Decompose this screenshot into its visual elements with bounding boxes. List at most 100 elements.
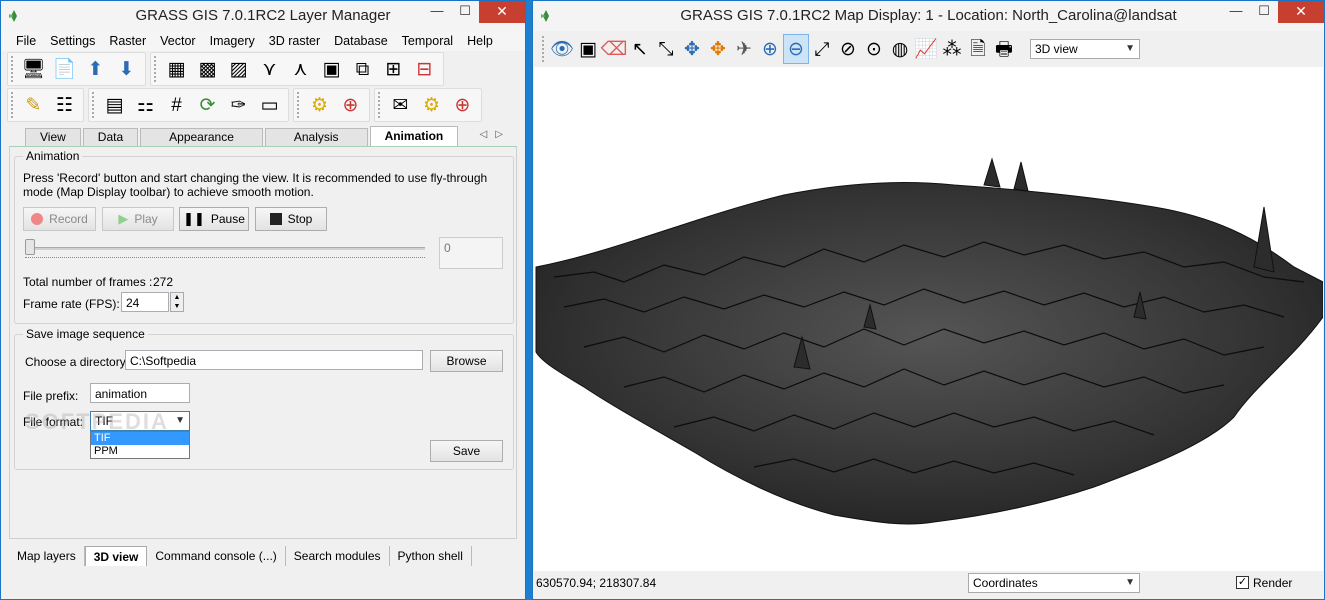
rotate-icon[interactable]: ✥ (705, 34, 731, 64)
settings-gear-2-icon[interactable]: ⚙ (416, 90, 447, 120)
menu-vector[interactable]: Vector (153, 31, 202, 51)
maximize-button[interactable]: ☐ (451, 1, 479, 23)
slider-handle[interactable] (25, 239, 35, 255)
tab-3d-view[interactable]: 3D view (84, 546, 148, 566)
menu-imagery[interactable]: Imagery (203, 31, 262, 51)
add-vector-misc-icon[interactable]: ⋏ (285, 54, 316, 84)
toolbar-grip[interactable] (542, 36, 545, 62)
remove-layer-icon[interactable]: ⊟ (409, 54, 440, 84)
minimize-button[interactable]: — (423, 1, 451, 23)
file-prefix-input[interactable]: animation (90, 383, 190, 403)
directory-input[interactable]: C:\Softpedia (125, 350, 423, 370)
tab-search-modules[interactable]: Search modules (286, 546, 390, 566)
status-mode-select[interactable]: Coordinates ▼ (968, 573, 1140, 593)
decoration-icon[interactable]: ⁂ (939, 34, 965, 64)
save-workspace-icon[interactable]: ⬇ (111, 54, 142, 84)
graphical-modeler-icon[interactable]: ⚏ (130, 90, 161, 120)
play-button[interactable]: ▶ Play (102, 207, 174, 231)
toolbar-grip[interactable] (92, 92, 95, 118)
zoom-back-icon[interactable]: ⊘ (835, 34, 861, 64)
zoom-out-icon[interactable]: ⊖ (783, 34, 809, 64)
menu-3d-raster[interactable]: 3D raster (262, 31, 327, 51)
toolbar-grip[interactable] (154, 56, 157, 82)
view-mode-select[interactable]: 3D view ▼ (1030, 39, 1140, 59)
add-raster-3d-icon[interactable]: ▨ (223, 54, 254, 84)
terrain-3d-surface[interactable] (534, 67, 1323, 571)
add-vector-icon[interactable]: ⋎ (254, 54, 285, 84)
toolbar-grip[interactable] (378, 92, 381, 118)
georectifier-icon[interactable]: # (161, 90, 192, 120)
add-overlay-icon[interactable]: ▣ (316, 54, 347, 84)
toolbar-grip[interactable] (297, 92, 300, 118)
tab-animation[interactable]: Animation (369, 126, 459, 146)
send-icon[interactable]: ✉ (385, 90, 416, 120)
script-icon[interactable]: ✑ (223, 90, 254, 120)
toolbar-grip[interactable] (11, 56, 14, 82)
menu-temporal[interactable]: Temporal (395, 31, 460, 51)
save-button[interactable]: Save (430, 440, 503, 462)
close-button[interactable]: ✕ (479, 1, 525, 23)
frame-rate-spinner[interactable]: ▲ ▼ (170, 292, 184, 312)
menu-raster[interactable]: Raster (102, 31, 153, 51)
spin-up-icon[interactable]: ▲ (171, 293, 183, 302)
toolbar-grip[interactable] (11, 92, 14, 118)
cartographic-composer-icon[interactable]: ▤ (99, 90, 130, 120)
maximize-button[interactable]: ☐ (1250, 1, 1278, 23)
query-icon[interactable]: ⤡ (653, 34, 679, 64)
open-workspace-icon[interactable]: ⬆ (80, 54, 111, 84)
format-option-tif[interactable]: TIF (91, 432, 189, 445)
tab-map-layers[interactable]: Map layers (9, 546, 85, 566)
menu-help[interactable]: Help (460, 31, 500, 51)
browse-button[interactable]: Browse (430, 350, 503, 372)
pan-icon[interactable]: ✥ (679, 34, 705, 64)
new-display-icon[interactable]: 🖥 (18, 54, 49, 84)
render-map-icon[interactable]: ▣ (575, 34, 601, 64)
zoom-extent-icon[interactable]: ⤢ (809, 34, 835, 64)
display-map-icon[interactable]: 👁 (549, 34, 575, 64)
save-display-icon[interactable]: 🗎 (965, 34, 991, 64)
add-group-icon[interactable]: ⧉ (347, 54, 378, 84)
zoom-options-icon[interactable]: ⊙ (861, 34, 887, 64)
pause-button[interactable]: ❚❚ Pause (179, 207, 249, 231)
edit-vector-icon[interactable]: ✎ (18, 90, 49, 120)
help-lifebuoy-2-icon[interactable]: ⊕ (447, 90, 478, 120)
spin-down-icon[interactable]: ▼ (171, 302, 183, 311)
chevron-down-icon[interactable]: ▼ (175, 412, 185, 430)
zoom-in-icon[interactable]: ⊕ (757, 34, 783, 64)
new-workspace-icon[interactable]: 📄 (49, 54, 80, 84)
animation-tool-icon[interactable]: ⟳ (192, 90, 223, 120)
attribute-table-icon[interactable]: ☷ (49, 90, 80, 120)
tab-python-shell[interactable]: Python shell (390, 546, 472, 566)
layer-manager-titlebar[interactable]: GRASS GIS 7.0.1RC2 Layer Manager — ☐ ✕ (1, 1, 525, 31)
chevron-down-icon[interactable]: ▼ (1125, 574, 1135, 592)
add-raster-icon[interactable]: ▦ (161, 54, 192, 84)
frame-rate-input[interactable]: 24 (121, 292, 169, 312)
render-checkbox[interactable]: ✓ (1236, 576, 1249, 589)
frame-slider[interactable] (25, 237, 425, 261)
tab-appearance[interactable]: Appearance (140, 128, 263, 146)
menu-file[interactable]: File (9, 31, 43, 51)
close-button[interactable]: ✕ (1278, 1, 1324, 23)
import-layer-icon[interactable]: ⊞ (378, 54, 409, 84)
map-display-titlebar[interactable]: GRASS GIS 7.0.1RC2 Map Display: 1 - Loca… (533, 1, 1324, 31)
menu-settings[interactable]: Settings (43, 31, 102, 51)
erase-display-icon[interactable]: ⌫ (601, 34, 628, 64)
settings-gear-icon[interactable]: ⚙ (304, 90, 335, 120)
map-canvas[interactable] (534, 67, 1323, 571)
tab-command-console[interactable]: Command console (...) (147, 546, 286, 566)
minimize-button[interactable]: — (1222, 1, 1250, 23)
tab-view[interactable]: View (25, 128, 81, 146)
chevron-down-icon[interactable]: ▼ (1125, 40, 1135, 58)
analyze-icon[interactable]: 📈 (913, 34, 939, 64)
format-option-ppm[interactable]: PPM (91, 445, 189, 458)
record-button[interactable]: Record (23, 207, 96, 231)
print-icon[interactable]: 🖶 (991, 34, 1017, 64)
menu-database[interactable]: Database (327, 31, 395, 51)
fly-through-icon[interactable]: ✈ (731, 34, 757, 64)
tab-analysis[interactable]: Analysis (264, 128, 368, 146)
map-swipe-icon[interactable]: ▭ (254, 90, 285, 120)
help-lifebuoy-icon[interactable]: ⊕ (335, 90, 366, 120)
tab-scroll-arrows-icon[interactable]: ◁▷ (480, 129, 511, 140)
add-raster-misc-icon[interactable]: ▩ (192, 54, 223, 84)
pointer-icon[interactable]: ↖ (627, 34, 653, 64)
